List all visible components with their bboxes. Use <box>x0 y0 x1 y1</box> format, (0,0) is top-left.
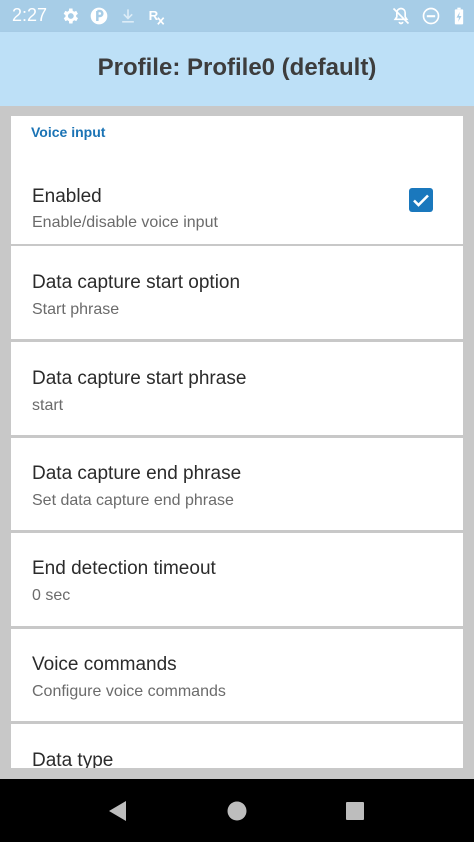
pref-summary: Configure voice commands <box>32 683 226 700</box>
checkmark-icon <box>413 194 429 207</box>
gear-icon <box>63 8 78 24</box>
pref-end-timeout[interactable]: End detection timeout 0 sec <box>11 533 463 626</box>
pref-title: Data capture start option <box>32 272 241 293</box>
pref-summary: Start phrase <box>32 301 120 318</box>
section-header: Voice input <box>31 124 106 140</box>
pref-title: Enabled <box>32 186 102 207</box>
pref-voice-commands[interactable]: Voice commands Configure voice commands <box>11 629 463 721</box>
pref-data-type[interactable]: Data type <box>11 724 463 768</box>
home-icon[interactable] <box>226 800 248 822</box>
recents-icon[interactable] <box>345 801 365 821</box>
pref-start-option[interactable]: Data capture start option Start phrase <box>11 246 463 339</box>
pref-title: End detection timeout <box>32 558 216 579</box>
pref-start-phrase[interactable]: Data capture start phrase start <box>11 342 463 435</box>
status-time: 2:27 <box>12 5 48 25</box>
pref-end-phrase[interactable]: Data capture end phrase Set data capture… <box>11 438 463 530</box>
battery-icon <box>454 7 464 25</box>
notifications-off-icon <box>392 7 410 25</box>
do-not-disturb-icon <box>422 7 440 25</box>
enabled-checkbox[interactable] <box>409 188 433 212</box>
back-icon[interactable] <box>106 799 128 823</box>
navigation-bar <box>0 779 474 842</box>
pref-summary: Set data capture end phrase <box>32 492 234 509</box>
rx-icon: R <box>149 8 165 25</box>
page-title: Profile: Profile0 (default) <box>97 54 377 81</box>
pref-title: Data capture end phrase <box>32 463 242 484</box>
pref-title: Data capture start phrase <box>32 368 247 389</box>
app-bar: Profile: Profile0 (default) <box>0 32 474 106</box>
pref-summary: start <box>32 397 64 414</box>
pref-summary: Enable/disable voice input <box>32 214 218 231</box>
svg-text:R: R <box>149 8 159 23</box>
status-bar: 2:27 R <box>0 0 474 32</box>
preferences-list[interactable]: Enabled Enable/disable voice input Data … <box>0 106 474 779</box>
pref-title: Voice commands <box>32 654 177 675</box>
app-icon <box>90 7 108 25</box>
pref-title: Data type <box>32 750 114 768</box>
download-icon <box>122 9 134 23</box>
pref-summary: 0 sec <box>32 587 71 604</box>
